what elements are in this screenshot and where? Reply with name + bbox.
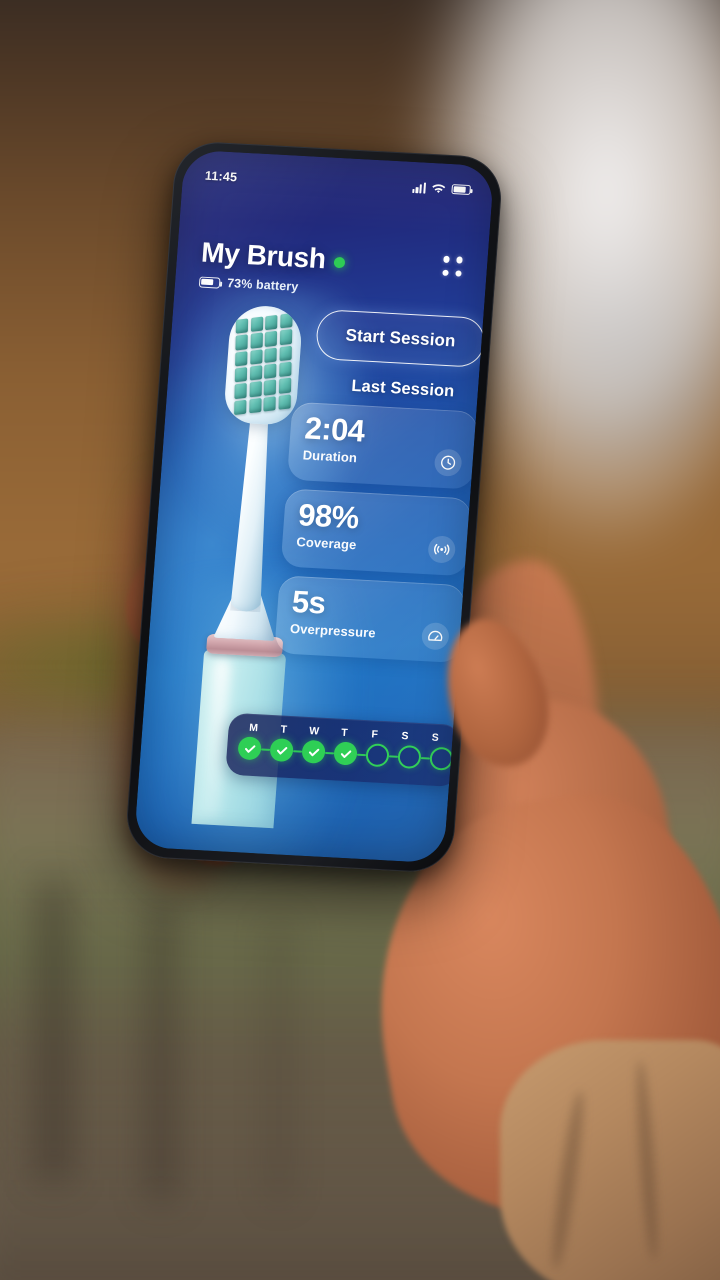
week-day-marker-done[interactable] <box>237 736 262 761</box>
stat-value: 98% <box>297 497 360 536</box>
battery-icon <box>451 183 472 196</box>
vibration-wave-icon <box>427 535 457 564</box>
phone-screen: 11:45 My Brush 73% battery Start Session… <box>133 149 495 864</box>
battery-icon <box>198 276 221 289</box>
smartphone-device: 11:45 My Brush 73% battery Start Session… <box>123 140 505 874</box>
week-connector-dash <box>261 747 271 751</box>
grid-menu-icon[interactable] <box>441 255 464 277</box>
page-title: My Brush <box>200 236 327 275</box>
gauge-icon <box>420 622 450 651</box>
week-day-marker-done[interactable] <box>269 737 294 763</box>
week-day-label: W <box>308 725 320 738</box>
wifi-icon <box>431 182 446 194</box>
week-day-label: S <box>431 731 440 745</box>
start-session-button[interactable]: Start Session <box>314 308 487 368</box>
week-day-marker-pending[interactable] <box>397 744 422 770</box>
week-connector-dash <box>324 751 335 754</box>
stat-value: 5s <box>290 583 327 621</box>
toothbrush-neck <box>227 411 278 612</box>
week-day-marker-done[interactable] <box>301 739 326 764</box>
week-day-label: S <box>401 730 410 743</box>
toothbrush-bristles <box>234 313 293 416</box>
week-connector-dash <box>293 749 303 753</box>
week-day-label: M <box>248 721 259 735</box>
battery-status-label: 73% battery <box>226 276 299 294</box>
toothbrush-neck-flare <box>213 590 278 641</box>
week-day-label: T <box>340 726 349 740</box>
status-bar-icons <box>412 181 472 196</box>
stat-card-list: 2:04 Duration 98% Coverage 5s Overpressu… <box>274 401 479 672</box>
week-connector-dash <box>420 756 430 760</box>
photo-scene: 11:45 My Brush 73% battery Start Session… <box>0 0 720 1280</box>
weekly-streak-tracker[interactable]: M T W T F S S <box>225 712 462 788</box>
stat-card-overpressure[interactable]: 5s Overpressure <box>274 575 466 664</box>
week-connector-dash <box>356 753 367 756</box>
week-day-label: T <box>280 723 288 736</box>
week-connector-dash <box>388 754 399 758</box>
stat-card-duration[interactable]: 2:04 Duration <box>286 401 479 490</box>
week-day-label: F <box>371 728 379 741</box>
sleeve-cuff <box>500 1040 720 1280</box>
week-day-marker-pending[interactable] <box>365 743 390 768</box>
signal-bars-icon <box>412 181 427 194</box>
start-session-label: Start Session <box>345 325 457 351</box>
week-day-marker-done[interactable] <box>333 741 358 766</box>
stat-value: 2:04 <box>303 410 366 449</box>
status-bar: 11:45 <box>182 164 493 203</box>
clock-icon <box>433 448 463 477</box>
toothbrush-collar-ring <box>205 633 284 658</box>
connection-status-dot <box>333 256 346 268</box>
stat-card-coverage[interactable]: 98% Coverage <box>280 488 473 577</box>
status-bar-time: 11:45 <box>204 168 238 185</box>
last-session-heading: Last Session <box>350 376 455 401</box>
week-day-marker-pending[interactable] <box>429 746 454 771</box>
app-header: My Brush 73% battery <box>175 235 488 304</box>
